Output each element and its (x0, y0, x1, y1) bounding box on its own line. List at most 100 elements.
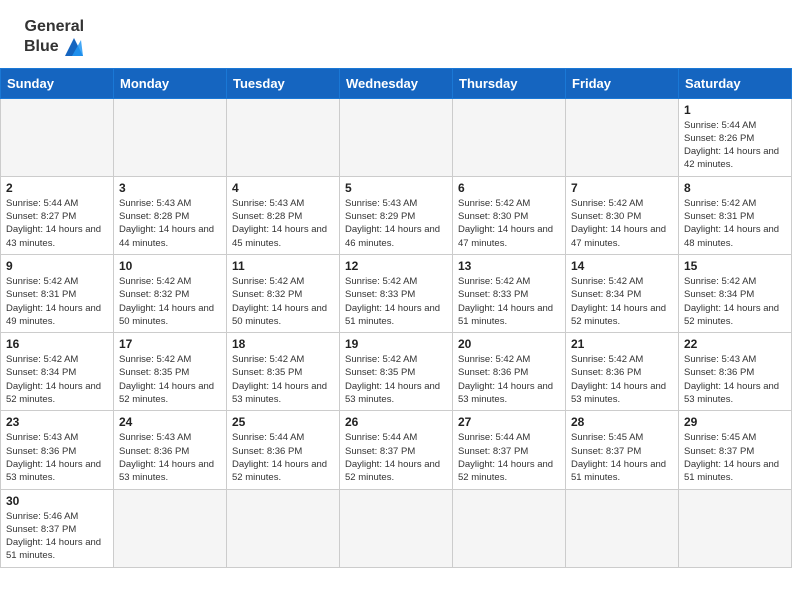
calendar-cell-1-2 (114, 98, 227, 176)
calendar-cell-6-6 (566, 489, 679, 567)
calendar-cell-5-4: 26 Sunrise: 5:44 AMSunset: 8:37 PMDayligh… (340, 411, 453, 489)
logo-blue-text: Blue (24, 38, 59, 56)
day-number: 11 (232, 259, 334, 273)
calendar-cell-6-3 (227, 489, 340, 567)
day-info: Sunrise: 5:42 AMSunset: 8:34 PMDaylight:… (6, 353, 108, 406)
calendar-cell-1-1 (1, 98, 114, 176)
calendar-week-4: 16 Sunrise: 5:42 AMSunset: 8:34 PMDayligh… (1, 333, 792, 411)
calendar-cell-4-4: 19 Sunrise: 5:42 AMSunset: 8:35 PMDayligh… (340, 333, 453, 411)
calendar-cell-1-4 (340, 98, 453, 176)
day-info: Sunrise: 5:46 AMSunset: 8:37 PMDaylight:… (6, 510, 108, 563)
calendar-cell-4-1: 16 Sunrise: 5:42 AMSunset: 8:34 PMDayligh… (1, 333, 114, 411)
day-info: Sunrise: 5:42 AMSunset: 8:32 PMDaylight:… (119, 275, 221, 328)
day-info: Sunrise: 5:43 AMSunset: 8:29 PMDaylight:… (345, 197, 447, 250)
day-info: Sunrise: 5:42 AMSunset: 8:33 PMDaylight:… (458, 275, 560, 328)
day-info: Sunrise: 5:42 AMSunset: 8:33 PMDaylight:… (345, 275, 447, 328)
weekday-header-monday: Monday (114, 68, 227, 98)
calendar-cell-4-2: 17 Sunrise: 5:42 AMSunset: 8:35 PMDayligh… (114, 333, 227, 411)
day-number: 30 (6, 494, 108, 508)
page-header: General Blue (0, 0, 792, 68)
logo-icon (63, 36, 85, 58)
day-number: 4 (232, 181, 334, 195)
calendar-cell-5-6: 28 Sunrise: 5:45 AMSunset: 8:37 PMDayligh… (566, 411, 679, 489)
calendar-cell-3-7: 15 Sunrise: 5:42 AMSunset: 8:34 PMDayligh… (679, 254, 792, 332)
day-number: 26 (345, 415, 447, 429)
calendar-cell-2-3: 4 Sunrise: 5:43 AMSunset: 8:28 PMDaylight… (227, 176, 340, 254)
day-number: 29 (684, 415, 786, 429)
day-number: 16 (6, 337, 108, 351)
day-number: 23 (6, 415, 108, 429)
day-number: 14 (571, 259, 673, 273)
calendar-cell-6-2 (114, 489, 227, 567)
day-info: Sunrise: 5:42 AMSunset: 8:35 PMDaylight:… (345, 353, 447, 406)
calendar-cell-6-4 (340, 489, 453, 567)
day-info: Sunrise: 5:42 AMSunset: 8:34 PMDaylight:… (571, 275, 673, 328)
day-info: Sunrise: 5:42 AMSunset: 8:30 PMDaylight:… (571, 197, 673, 250)
calendar-cell-4-5: 20Sunrise: 5:42 AMSunset: 8:36 PMDayligh… (453, 333, 566, 411)
day-number: 2 (6, 181, 108, 195)
calendar-cell-3-5: 13 Sunrise: 5:42 AMSunset: 8:33 PMDayligh… (453, 254, 566, 332)
day-info: Sunrise: 5:44 AMSunset: 8:37 PMDaylight:… (458, 431, 560, 484)
day-info: Sunrise: 5:45 AMSunset: 8:37 PMDaylight:… (571, 431, 673, 484)
day-info: Sunrise: 5:44 AMSunset: 8:26 PMDaylight:… (684, 119, 786, 172)
weekday-header-thursday: Thursday (453, 68, 566, 98)
day-number: 13 (458, 259, 560, 273)
day-info: Sunrise: 5:44 AMSunset: 8:37 PMDaylight:… (345, 431, 447, 484)
calendar-cell-1-7: 1 Sunrise: 5:44 AMSunset: 8:26 PMDaylight… (679, 98, 792, 176)
day-number: 25 (232, 415, 334, 429)
day-number: 9 (6, 259, 108, 273)
calendar-cell-1-3 (227, 98, 340, 176)
day-number: 21 (571, 337, 673, 351)
calendar-cell-2-4: 5Sunrise: 5:43 AMSunset: 8:29 PMDaylight… (340, 176, 453, 254)
calendar-cell-2-7: 8Sunrise: 5:42 AMSunset: 8:31 PMDaylight… (679, 176, 792, 254)
day-number: 22 (684, 337, 786, 351)
day-number: 24 (119, 415, 221, 429)
weekday-header-sunday: Sunday (1, 68, 114, 98)
day-info: Sunrise: 5:42 AMSunset: 8:36 PMDaylight:… (458, 353, 560, 406)
day-info: Sunrise: 5:42 AMSunset: 8:31 PMDaylight:… (684, 197, 786, 250)
calendar-cell-5-7: 29 Sunrise: 5:45 AMSunset: 8:37 PMDayligh… (679, 411, 792, 489)
day-number: 10 (119, 259, 221, 273)
day-info: Sunrise: 5:44 AMSunset: 8:27 PMDaylight:… (6, 197, 108, 250)
day-info: Sunrise: 5:42 AMSunset: 8:30 PMDaylight:… (458, 197, 560, 250)
day-info: Sunrise: 5:42 AMSunset: 8:36 PMDaylight:… (571, 353, 673, 406)
day-info: Sunrise: 5:45 AMSunset: 8:37 PMDaylight:… (684, 431, 786, 484)
day-number: 27 (458, 415, 560, 429)
calendar-cell-3-3: 11Sunrise: 5:42 AMSunset: 8:32 PMDayligh… (227, 254, 340, 332)
weekday-header-tuesday: Tuesday (227, 68, 340, 98)
day-info: Sunrise: 5:42 AMSunset: 8:31 PMDaylight:… (6, 275, 108, 328)
weekday-header-saturday: Saturday (679, 68, 792, 98)
calendar-cell-3-6: 14 Sunrise: 5:42 AMSunset: 8:34 PMDayligh… (566, 254, 679, 332)
day-number: 7 (571, 181, 673, 195)
day-number: 17 (119, 337, 221, 351)
calendar-week-1: 1 Sunrise: 5:44 AMSunset: 8:26 PMDaylight… (1, 98, 792, 176)
day-number: 6 (458, 181, 560, 195)
calendar-week-6: 30 Sunrise: 5:46 AMSunset: 8:37 PMDayligh… (1, 489, 792, 567)
calendar-cell-4-3: 18Sunrise: 5:42 AMSunset: 8:35 PMDayligh… (227, 333, 340, 411)
calendar-cell-5-5: 27 Sunrise: 5:44 AMSunset: 8:37 PMDayligh… (453, 411, 566, 489)
day-number: 15 (684, 259, 786, 273)
day-info: Sunrise: 5:42 AMSunset: 8:34 PMDaylight:… (684, 275, 786, 328)
calendar-week-2: 2 Sunrise: 5:44 AMSunset: 8:27 PMDaylight… (1, 176, 792, 254)
day-info: Sunrise: 5:43 AMSunset: 8:36 PMDaylight:… (119, 431, 221, 484)
day-number: 19 (345, 337, 447, 351)
calendar-cell-2-6: 7 Sunrise: 5:42 AMSunset: 8:30 PMDaylight… (566, 176, 679, 254)
day-info: Sunrise: 5:42 AMSunset: 8:35 PMDaylight:… (119, 353, 221, 406)
day-info: Sunrise: 5:42 AMSunset: 8:35 PMDaylight:… (232, 353, 334, 406)
weekday-header-wednesday: Wednesday (340, 68, 453, 98)
logo-general: General (25, 18, 85, 35)
calendar-week-3: 9 Sunrise: 5:42 AMSunset: 8:31 PMDaylight… (1, 254, 792, 332)
day-number: 3 (119, 181, 221, 195)
logo: General Blue (24, 18, 85, 58)
day-info: Sunrise: 5:43 AMSunset: 8:28 PMDaylight:… (232, 197, 334, 250)
weekday-header-friday: Friday (566, 68, 679, 98)
calendar-cell-1-6 (566, 98, 679, 176)
calendar-cell-1-5 (453, 98, 566, 176)
day-number: 1 (684, 103, 786, 117)
calendar-cell-4-7: 22Sunrise: 5:43 AMSunset: 8:36 PMDayligh… (679, 333, 792, 411)
day-info: Sunrise: 5:43 AMSunset: 8:36 PMDaylight:… (6, 431, 108, 484)
calendar-table: SundayMondayTuesdayWednesdayThursdayFrid… (0, 68, 792, 568)
calendar-cell-5-3: 25Sunrise: 5:44 AMSunset: 8:36 PMDayligh… (227, 411, 340, 489)
day-number: 28 (571, 415, 673, 429)
calendar-cell-3-2: 10 Sunrise: 5:42 AMSunset: 8:32 PMDayligh… (114, 254, 227, 332)
